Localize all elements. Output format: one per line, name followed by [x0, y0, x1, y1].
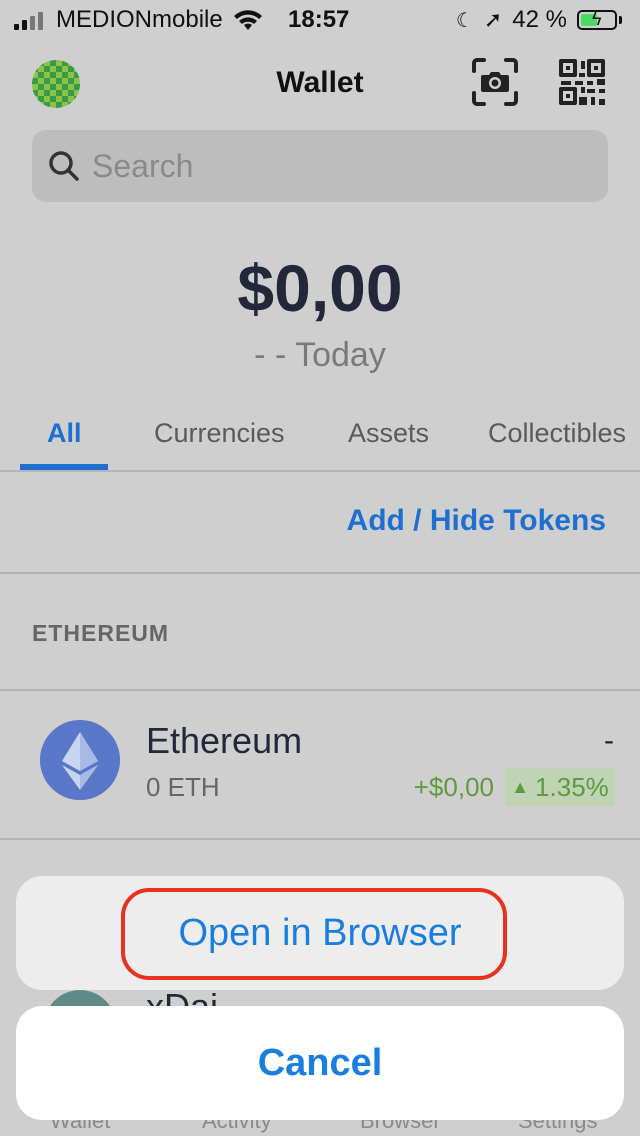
token-fiat-value: -	[604, 724, 614, 757]
section-title: ETHEREUM	[32, 620, 170, 646]
qr-code-icon[interactable]	[557, 57, 607, 107]
signal-icon	[14, 12, 43, 30]
battery-icon: ϟ	[577, 9, 617, 30]
camera-icon[interactable]	[470, 57, 520, 107]
tab-all[interactable]: All	[47, 418, 82, 449]
divider	[0, 838, 640, 840]
wifi-icon	[234, 10, 262, 30]
status-right: ☾ ➚ 42 % ϟ	[456, 6, 622, 34]
cancel-button[interactable]: Cancel	[16, 1006, 624, 1120]
tab-assets[interactable]: Assets	[348, 418, 429, 449]
carrier-name: MEDIONmobile	[56, 6, 223, 33]
ethereum-icon	[40, 720, 120, 800]
token-percent-value: 1.35%	[535, 771, 609, 802]
battery-percent: 42 %	[512, 6, 567, 33]
token-balance: 0 ETH	[146, 772, 220, 802]
token-name: Ethereum	[146, 720, 303, 761]
token-percent-change: ▲ 1.35%	[505, 768, 615, 806]
divider	[0, 470, 640, 472]
moon-icon: ☾	[455, 9, 474, 32]
divider	[0, 572, 640, 574]
location-arrow-icon: ➚	[483, 7, 503, 32]
balance-change: - - Today	[254, 336, 386, 374]
status-bar: MEDIONmobile 18:57 ☾ ➚ 42 % ϟ	[0, 0, 640, 40]
search-placeholder: Search	[92, 148, 194, 184]
clock: 18:57	[288, 6, 350, 33]
page-title: Wallet	[276, 66, 364, 99]
total-balance: $0,00	[237, 251, 403, 325]
up-triangle-icon: ▲	[511, 776, 530, 797]
tab-collectibles[interactable]: Collectibles	[488, 418, 626, 449]
add-hide-tokens-button[interactable]: Add / Hide Tokens	[347, 504, 606, 538]
search-input[interactable]: Search	[32, 130, 608, 202]
token-fiat-change: +$0,00	[413, 772, 494, 802]
search-icon	[49, 151, 79, 181]
highlight-annotation	[121, 888, 507, 980]
tab-currencies[interactable]: Currencies	[154, 418, 285, 449]
